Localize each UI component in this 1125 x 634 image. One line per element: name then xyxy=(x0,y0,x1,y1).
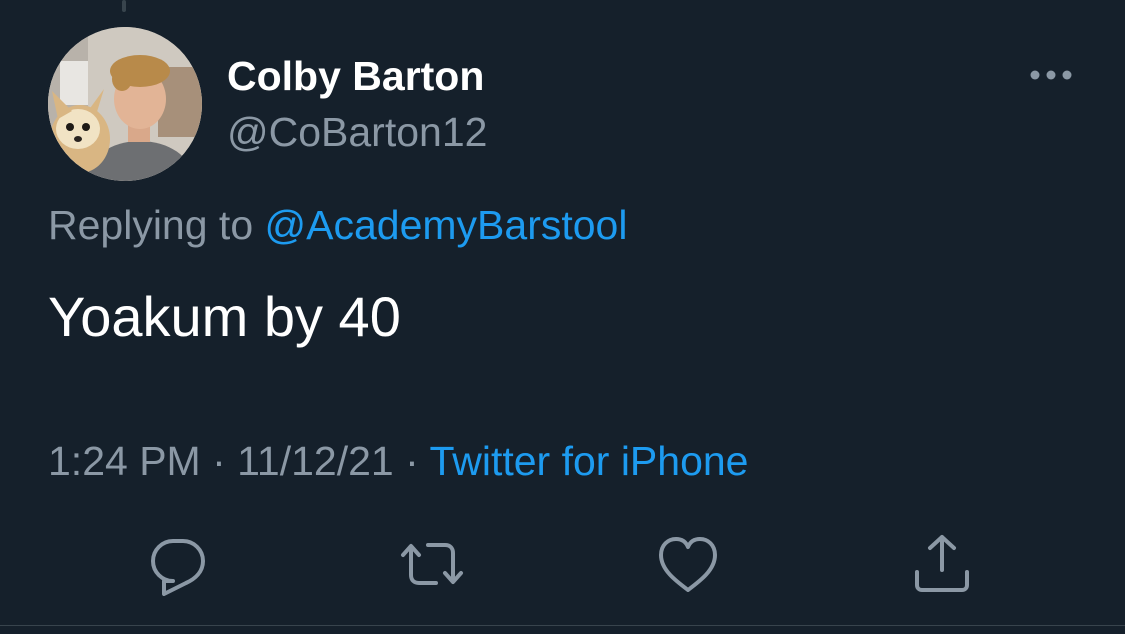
tweet-detail: Colby Barton @CoBarton12 Replying to @Ac… xyxy=(0,0,1125,634)
tweet-metadata: 1:24 PM · 11/12/21 · Twitter for iPhone xyxy=(48,436,748,486)
retweet-button[interactable] xyxy=(400,532,464,596)
reply-mention-link[interactable]: @AcademyBarstool xyxy=(265,202,628,248)
tweet-date[interactable]: 11/12/21 xyxy=(237,438,394,484)
bottom-divider xyxy=(0,625,1125,626)
more-horizontal-icon xyxy=(1030,70,1072,80)
like-icon xyxy=(659,537,717,592)
profile-photo-icon xyxy=(48,27,202,181)
avatar[interactable] xyxy=(48,27,202,181)
author-name[interactable]: Colby Barton xyxy=(227,52,484,100)
share-icon xyxy=(915,535,969,592)
reply-context: Replying to @AcademyBarstool xyxy=(48,200,627,250)
more-options-button[interactable] xyxy=(1026,60,1076,90)
author-handle[interactable]: @CoBarton12 xyxy=(227,108,487,156)
tweet-actions-bar xyxy=(0,532,1125,596)
reply-context-prefix: Replying to xyxy=(48,202,254,248)
tweet-text: Yoakum by 40 xyxy=(48,285,401,348)
share-button[interactable] xyxy=(910,532,974,596)
like-button[interactable] xyxy=(656,532,720,596)
meta-separator: · xyxy=(212,438,226,484)
tweet-time[interactable]: 1:24 PM xyxy=(48,438,201,484)
thread-connector-line xyxy=(122,0,126,12)
retweet-icon xyxy=(401,543,463,585)
reply-icon xyxy=(151,539,205,596)
meta-separator: · xyxy=(405,438,419,484)
reply-button[interactable] xyxy=(146,532,210,596)
tweet-source-link[interactable]: Twitter for iPhone xyxy=(429,438,748,484)
